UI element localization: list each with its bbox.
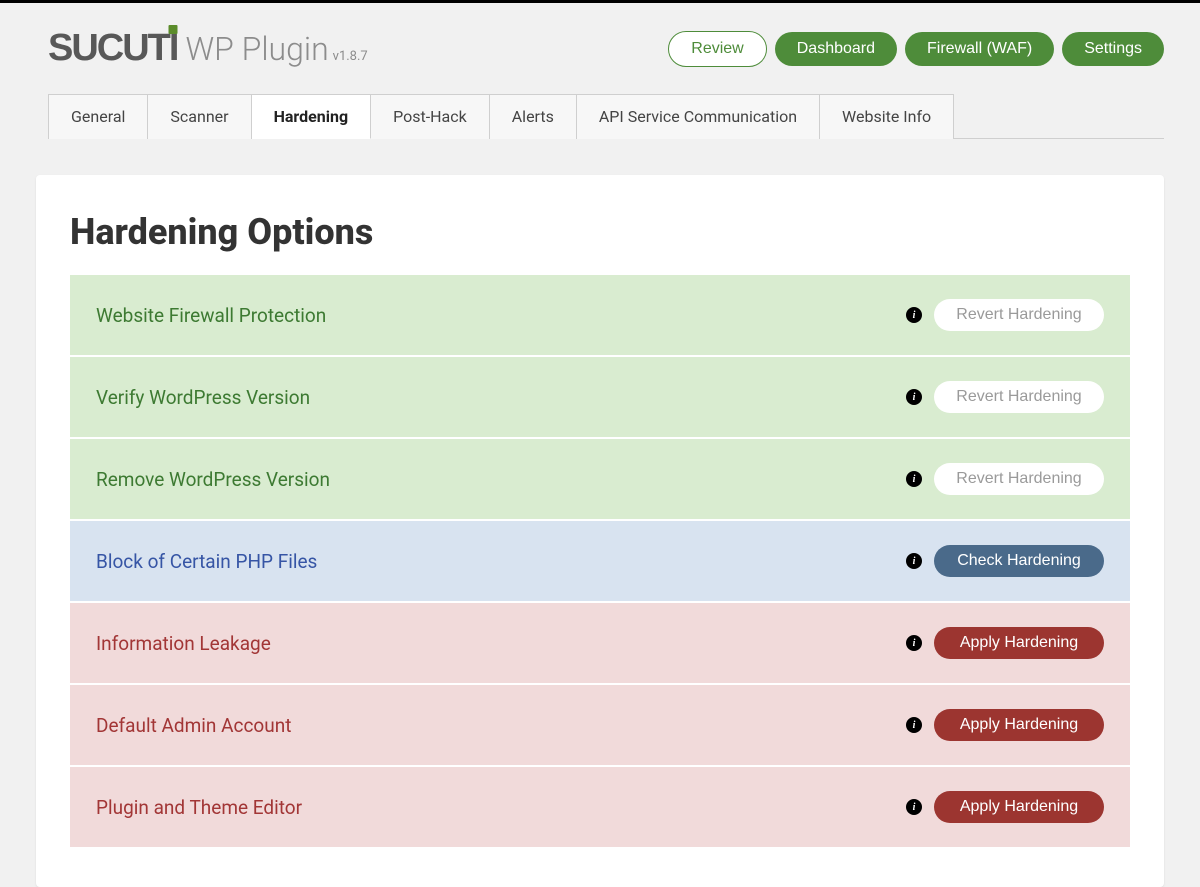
row-label: Block of Certain PHP Files (96, 550, 317, 573)
apply-hardening-button[interactable]: Apply Hardening (934, 709, 1104, 741)
review-button[interactable]: Review (668, 31, 766, 67)
revert-hardening-button[interactable]: Revert Hardening (934, 463, 1104, 495)
row-website-firewall: Website Firewall Protection i Revert Har… (70, 275, 1130, 355)
info-icon[interactable]: i (906, 717, 922, 733)
dashboard-button[interactable]: Dashboard (775, 32, 897, 66)
tab-website-info[interactable]: Website Info (820, 94, 954, 139)
row-information-leakage: Information Leakage i Apply Hardening (70, 601, 1130, 683)
check-hardening-button[interactable]: Check Hardening (934, 545, 1104, 577)
product-version: v1.8.7 (333, 49, 368, 64)
row-label: Remove WordPress Version (96, 468, 330, 491)
info-icon[interactable]: i (906, 307, 922, 323)
tab-bar: General Scanner Hardening Post-Hack Aler… (48, 94, 1164, 139)
page-title: Hardening Options (70, 211, 1130, 253)
row-default-admin-account: Default Admin Account i Apply Hardening (70, 683, 1130, 765)
tab-api-service[interactable]: API Service Communication (577, 94, 820, 139)
tab-general[interactable]: General (48, 94, 148, 139)
row-label: Default Admin Account (96, 714, 291, 737)
row-plugin-theme-editor: Plugin and Theme Editor i Apply Hardenin… (70, 765, 1130, 847)
header: SUCUTI WP Plugin v1.8.7 Review Dashboard… (0, 3, 1200, 70)
row-label: Verify WordPress Version (96, 386, 310, 409)
firewall-button[interactable]: Firewall (WAF) (905, 32, 1054, 66)
tab-hardening[interactable]: Hardening (252, 94, 372, 139)
tab-scanner[interactable]: Scanner (148, 94, 251, 139)
row-verify-wp-version: Verify WordPress Version i Revert Harden… (70, 355, 1130, 437)
nav-button-group: Review Dashboard Firewall (WAF) Settings (668, 31, 1164, 67)
product-name: WP Plugin (185, 30, 328, 68)
logo-group: SUCUTI WP Plugin v1.8.7 (48, 27, 368, 70)
revert-hardening-button[interactable]: Revert Hardening (934, 381, 1104, 413)
row-label: Plugin and Theme Editor (96, 796, 302, 819)
hardening-card: Hardening Options Website Firewall Prote… (36, 175, 1164, 887)
row-label: Information Leakage (96, 632, 271, 655)
info-icon[interactable]: i (906, 553, 922, 569)
apply-hardening-button[interactable]: Apply Hardening (934, 791, 1104, 823)
settings-button[interactable]: Settings (1062, 32, 1164, 66)
row-block-php-files: Block of Certain PHP Files i Check Harde… (70, 519, 1130, 601)
info-icon[interactable]: i (906, 389, 922, 405)
row-remove-wp-version: Remove WordPress Version i Revert Harden… (70, 437, 1130, 519)
info-icon[interactable]: i (906, 635, 922, 651)
info-icon[interactable]: i (906, 471, 922, 487)
info-icon[interactable]: i (906, 799, 922, 815)
tab-post-hack[interactable]: Post-Hack (371, 94, 490, 139)
apply-hardening-button[interactable]: Apply Hardening (934, 627, 1104, 659)
row-label: Website Firewall Protection (96, 304, 326, 327)
brand-logo: SUCUTI (48, 27, 177, 70)
tab-alerts[interactable]: Alerts (490, 94, 577, 139)
revert-hardening-button[interactable]: Revert Hardening (934, 299, 1104, 331)
